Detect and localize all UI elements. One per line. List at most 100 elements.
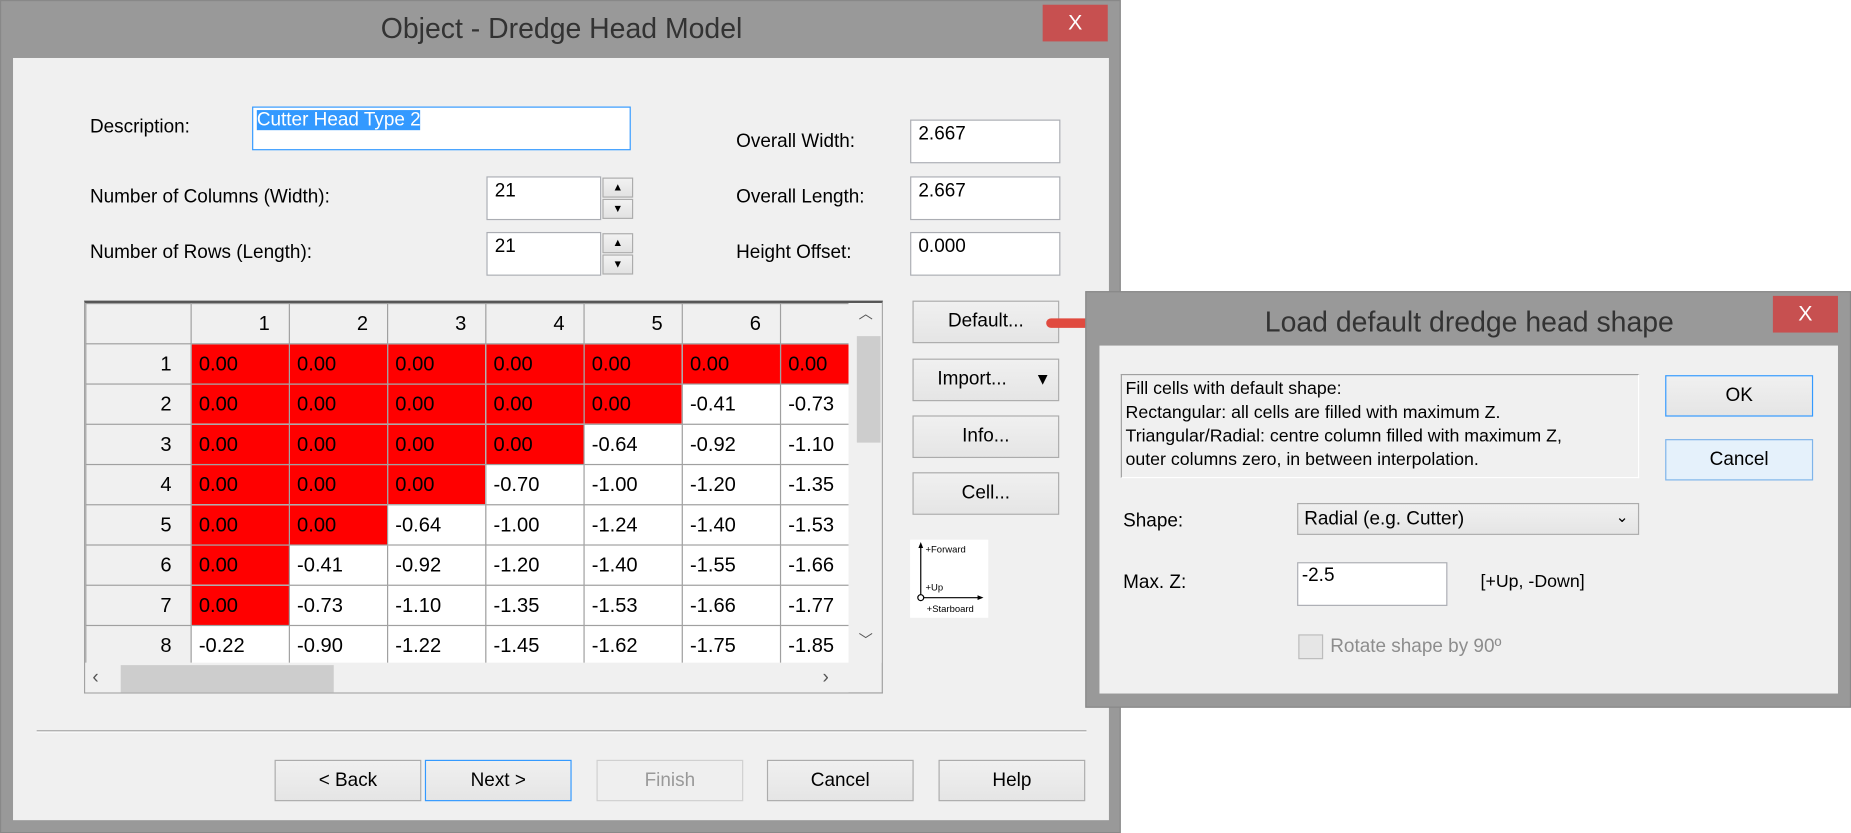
description-input[interactable]: Cutter Head Type 2 <box>252 106 631 151</box>
grid-cell[interactable]: 0.00 <box>288 463 389 506</box>
grid-cell[interactable]: -1.85 <box>779 624 849 663</box>
grid-cell[interactable]: -1.66 <box>681 584 782 627</box>
max-z-input[interactable]: -2.5 <box>1297 562 1448 606</box>
grid-cell[interactable]: 0.00 <box>583 343 683 385</box>
vertical-scrollbar[interactable]: ︿ ﹀ <box>848 302 882 663</box>
grid-cell[interactable]: 0.00 <box>288 504 389 546</box>
grid-cell[interactable]: -0.22 <box>190 624 290 663</box>
grid-cell[interactable]: -1.24 <box>583 504 683 546</box>
grid-cell[interactable]: 0.00 <box>387 423 487 466</box>
grid-cell[interactable]: -1.45 <box>485 624 585 663</box>
row-header[interactable]: 6 <box>85 544 192 586</box>
grid-cell[interactable]: 0.00 <box>190 423 290 466</box>
column-header[interactable]: 4 <box>485 302 585 345</box>
grid-cell[interactable]: -1.77 <box>779 584 849 627</box>
scroll-right-icon[interactable]: › <box>823 667 829 688</box>
horizontal-scrollbar[interactable]: ‹ › <box>85 662 849 693</box>
grid-cell[interactable]: -1.10 <box>779 423 849 466</box>
grid-cell[interactable]: -0.73 <box>779 383 849 425</box>
rotate-checkbox[interactable] <box>1298 634 1324 660</box>
grid-cell[interactable]: 0.00 <box>485 343 585 385</box>
grid-cell[interactable]: 0.00 <box>387 343 487 385</box>
grid-cell[interactable]: -1.53 <box>583 584 683 627</box>
grid-cell[interactable]: 0.00 <box>190 343 290 385</box>
column-header[interactable]: 5 <box>583 302 683 345</box>
grid-cell[interactable]: -1.22 <box>387 624 487 663</box>
columns-input[interactable]: 21 <box>486 176 602 221</box>
column-header[interactable]: 2 <box>288 302 389 345</box>
grid-cell[interactable]: 0.00 <box>681 343 782 385</box>
scroll-left-icon[interactable]: ‹ <box>92 667 98 688</box>
finish-button[interactable]: Finish <box>596 759 744 802</box>
rows-spin-down[interactable]: ▼ <box>602 254 634 275</box>
rows-spin-up[interactable]: ▲ <box>602 233 634 254</box>
grid-cell[interactable]: 0.00 <box>288 343 389 385</box>
grid-cell[interactable]: -0.73 <box>288 584 389 627</box>
info-button[interactable]: Info... <box>912 415 1060 459</box>
grid-cell[interactable]: -0.90 <box>288 624 389 663</box>
import-button[interactable]: Import... ▼ <box>912 358 1060 402</box>
scroll-down-icon[interactable]: ﹀ <box>849 630 882 654</box>
grid-cell[interactable]: -1.55 <box>681 544 782 586</box>
grid-cell[interactable]: -1.00 <box>485 504 585 546</box>
cancel-button[interactable]: Cancel <box>766 759 914 802</box>
grid-cell[interactable]: 0.00 <box>190 584 290 627</box>
row-header[interactable]: 8 <box>85 624 192 663</box>
dialog-close-button[interactable]: X <box>1772 295 1838 333</box>
grid-cell[interactable]: -0.70 <box>485 463 585 506</box>
overall-width-input[interactable]: 2.667 <box>910 119 1061 164</box>
grid-cell[interactable]: -1.10 <box>387 584 487 627</box>
shape-select[interactable]: Radial (e.g. Cutter) ⌄ <box>1297 502 1640 535</box>
grid-cell[interactable]: -1.40 <box>583 544 683 586</box>
grid-cell[interactable]: -1.62 <box>583 624 683 663</box>
horizontal-scroll-thumb[interactable] <box>120 665 334 693</box>
row-header[interactable]: 1 <box>85 343 192 385</box>
row-header[interactable]: 5 <box>85 504 192 546</box>
row-header[interactable]: 2 <box>85 383 192 425</box>
grid-cell[interactable]: 0.00 <box>288 383 389 425</box>
next-button[interactable]: Next > <box>424 759 572 802</box>
default-button[interactable]: Default... <box>912 300 1060 344</box>
grid-cell[interactable]: 0.00 <box>779 343 849 385</box>
column-header[interactable]: 6 <box>681 302 782 345</box>
grid-cell[interactable]: 0.00 <box>485 423 585 466</box>
rows-input[interactable]: 21 <box>486 231 602 276</box>
grid-cell[interactable]: -0.64 <box>583 423 683 466</box>
height-offset-input[interactable]: 0.000 <box>910 231 1061 276</box>
help-button[interactable]: Help <box>938 759 1086 802</box>
columns-spin-up[interactable]: ▲ <box>602 177 634 198</box>
grid-cell[interactable]: 0.00 <box>190 544 290 586</box>
scroll-up-icon[interactable]: ︿ <box>849 303 882 327</box>
grid-cell[interactable]: -1.20 <box>485 544 585 586</box>
grid-cell[interactable]: 0.00 <box>190 463 290 506</box>
grid-cell[interactable]: -1.35 <box>779 463 849 506</box>
ok-button[interactable]: OK <box>1665 375 1814 417</box>
grid-cell[interactable]: -0.41 <box>681 383 782 425</box>
row-header[interactable]: 3 <box>85 423 192 466</box>
grid-cell[interactable]: 0.00 <box>387 463 487 506</box>
back-button[interactable]: < Back <box>274 759 422 802</box>
columns-spin-down[interactable]: ▼ <box>602 198 634 219</box>
grid-cell[interactable]: -1.66 <box>779 544 849 586</box>
grid-cell[interactable]: -1.53 <box>779 504 849 546</box>
vertical-scroll-thumb[interactable] <box>856 336 881 443</box>
dialog-cancel-button[interactable]: Cancel <box>1665 439 1814 481</box>
grid-cell[interactable]: -1.75 <box>681 624 782 663</box>
dropdown-arrow-icon[interactable]: ▼ <box>1035 369 1051 388</box>
grid-cell[interactable]: 0.00 <box>485 383 585 425</box>
grid-cell[interactable]: -0.92 <box>387 544 487 586</box>
row-header[interactable]: 4 <box>85 463 192 506</box>
grid-cell[interactable]: -0.41 <box>288 544 389 586</box>
grid-cell[interactable]: 0.00 <box>190 504 290 546</box>
grid-cell[interactable]: 0.00 <box>288 423 389 466</box>
grid-cell[interactable]: -0.92 <box>681 423 782 466</box>
row-header[interactable]: 7 <box>85 584 192 627</box>
grid-cell[interactable]: 0.00 <box>387 383 487 425</box>
column-header[interactable]: 3 <box>387 302 487 345</box>
cell-button[interactable]: Cell... <box>912 472 1060 515</box>
grid-cell[interactable]: -1.00 <box>583 463 683 506</box>
column-header[interactable]: 1 <box>190 302 290 345</box>
grid-cell[interactable]: -1.40 <box>681 504 782 546</box>
grid-cell[interactable]: -0.64 <box>387 504 487 546</box>
column-header[interactable]: 7 <box>779 302 849 345</box>
